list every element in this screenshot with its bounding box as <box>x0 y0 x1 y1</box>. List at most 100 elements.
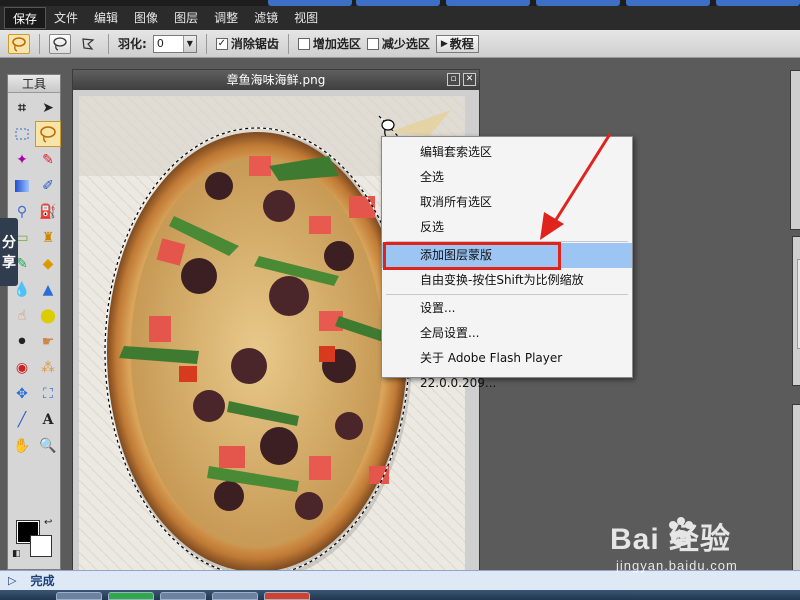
stamp-tool[interactable]: ♜ <box>35 225 61 251</box>
document-title: 章鱼海味海鲜.png <box>226 73 326 87</box>
text-icon: A <box>42 412 54 428</box>
menu-image[interactable]: 图像 <box>126 7 166 29</box>
lasso-polygon-button[interactable] <box>77 34 99 54</box>
swap-colors-icon[interactable]: ↩ <box>44 517 52 528</box>
pinch-tool[interactable]: ⛶ <box>35 381 61 407</box>
watermark-url: jingyan.baidu.com <box>616 558 738 573</box>
maximize-button[interactable]: ▫ <box>447 73 460 86</box>
menu-file[interactable]: 文件 <box>46 7 86 29</box>
bloat-icon: ✥ <box>16 386 28 402</box>
lasso-mode-button[interactable] <box>8 33 30 54</box>
watermark-brand: Bai 经验 <box>610 523 732 556</box>
menu-view[interactable]: 视图 <box>286 7 326 29</box>
pinch-icon: ⛶ <box>43 386 53 402</box>
crop-icon: ⌗ <box>18 100 26 116</box>
menu-separator <box>386 294 628 295</box>
lasso-freehand-icon <box>53 36 67 51</box>
toolbox-title: 工具 <box>8 75 60 93</box>
shape-tool[interactable]: ◆ <box>35 251 61 277</box>
burn-tool[interactable]: ⚫ <box>9 329 35 355</box>
tutorial-label: 教程 <box>449 37 474 51</box>
type-tool[interactable]: A <box>35 407 61 433</box>
menu-filter[interactable]: 滤镜 <box>246 7 286 29</box>
feather-label: 羽化: <box>118 37 147 51</box>
gradient-icon <box>15 180 29 192</box>
chevron-down-icon: ▼ <box>182 35 196 52</box>
dodge-tool[interactable]: ☛ <box>35 329 61 355</box>
bandage-icon: ⁂ <box>41 360 55 376</box>
separator <box>39 33 40 54</box>
subtract-selection-checkbox[interactable]: 减少选区 <box>366 35 430 52</box>
add-selection-checkbox[interactable]: 增加选区 <box>297 35 361 52</box>
color-picker-tool[interactable]: ╱ <box>9 407 35 433</box>
sharpen-tool[interactable]: ▲ <box>35 277 61 303</box>
move-tool[interactable]: ➤ <box>35 95 61 121</box>
taskbar-item[interactable] <box>108 592 154 600</box>
pencil-tool[interactable]: ✎ <box>35 147 61 173</box>
antialias-check-box[interactable]: ✓ <box>215 37 228 50</box>
paint-bucket-icon: ⛽ <box>39 204 57 220</box>
feather-value: 0 <box>156 37 164 50</box>
stamp-icon: ♜ <box>41 230 55 246</box>
gradient-tool[interactable] <box>9 173 35 199</box>
taskbar-item[interactable] <box>212 592 258 600</box>
antialias-label: 消除锯齿 <box>230 37 279 51</box>
taskbar-item[interactable] <box>264 592 310 600</box>
brush-tool[interactable]: ✐ <box>35 173 61 199</box>
background-color-swatch[interactable] <box>30 535 52 557</box>
smudge-tool[interactable]: ☝ <box>9 303 35 329</box>
os-taskbar <box>0 590 800 600</box>
document-titlebar[interactable]: 章鱼海味海鲜.png ▫ ✕ <box>73 70 479 90</box>
tutorial-button[interactable]: ▶ 教程 <box>435 34 479 53</box>
crop-tool[interactable]: ⌗ <box>9 95 35 121</box>
taskbar-item[interactable] <box>56 592 102 600</box>
eyedropper-icon: ╱ <box>17 412 27 428</box>
separator <box>205 33 207 54</box>
menu-bar: 保存 文件 编辑 图像 图层 调整 滤镜 视图 <box>0 6 800 30</box>
ctx-free-transform[interactable]: 自由变换-按住Shift为比例缩放 <box>382 268 632 293</box>
sponge-tool[interactable]: ⬤ <box>35 303 61 329</box>
ctx-about-flash[interactable]: 关于 Adobe Flash Player 22.0.0.209... <box>382 346 632 390</box>
lasso-icon <box>12 36 26 52</box>
smudge-icon: ☝ <box>17 308 27 324</box>
ctx-settings[interactable]: 设置... <box>382 296 632 321</box>
separator <box>108 33 109 54</box>
close-button[interactable]: ✕ <box>463 73 476 86</box>
share-label-1: 分 <box>2 235 16 251</box>
dodge-icon: ☛ <box>41 334 55 350</box>
color-swatches: ↩ ◧ <box>12 517 58 565</box>
right-panel-bottom <box>792 404 800 574</box>
play-icon: ▶ <box>440 38 448 49</box>
menu-save[interactable]: 保存 <box>4 7 47 29</box>
red-eye-tool[interactable]: ◉ <box>9 355 35 381</box>
taskbar-item[interactable] <box>160 592 206 600</box>
hand-tool[interactable]: ✋ <box>9 433 35 459</box>
fill-tool[interactable]: ⛽ <box>35 199 61 225</box>
bloat-tool[interactable]: ✥ <box>9 381 35 407</box>
burn-icon: ⚫ <box>16 334 28 350</box>
default-colors-icon[interactable]: ◧ <box>12 549 21 559</box>
tool-options-bar: 羽化: 0 ▼ ✓ 消除锯齿 增加选区 减少选区 ▶ 教程 <box>0 30 800 58</box>
magic-wand-icon: ✦ <box>16 152 28 168</box>
menu-edit[interactable]: 编辑 <box>86 7 126 29</box>
add-selection-check-box[interactable] <box>297 37 310 50</box>
lasso-freehand-button[interactable] <box>49 33 71 54</box>
status-text: 完成 <box>30 574 55 588</box>
menu-layer[interactable]: 图层 <box>166 7 206 29</box>
marquee-tool[interactable] <box>9 121 35 147</box>
spot-heal-tool[interactable]: ⁂ <box>35 355 61 381</box>
ctx-global-settings[interactable]: 全局设置... <box>382 321 632 346</box>
subtract-selection-check-box[interactable] <box>366 37 379 50</box>
pencil-icon: ✎ <box>42 152 54 168</box>
antialias-checkbox[interactable]: ✓ 消除锯齿 <box>215 35 279 52</box>
shape-icon: ◆ <box>42 256 54 272</box>
status-play-icon[interactable]: ▷ <box>8 574 16 587</box>
feather-select[interactable]: 0 ▼ <box>152 34 197 53</box>
move-arrow-icon: ➤ <box>42 100 54 116</box>
magic-wand-tool[interactable]: ✦ <box>9 147 35 173</box>
zoom-tool[interactable]: 🔍 <box>35 433 61 459</box>
baidu-watermark: du Bai 经验 jingyan.baidu.com <box>610 514 790 584</box>
lasso-tool[interactable] <box>35 121 61 147</box>
share-tab[interactable]: 分 享 <box>0 218 18 286</box>
menu-adjust[interactable]: 调整 <box>206 7 246 29</box>
